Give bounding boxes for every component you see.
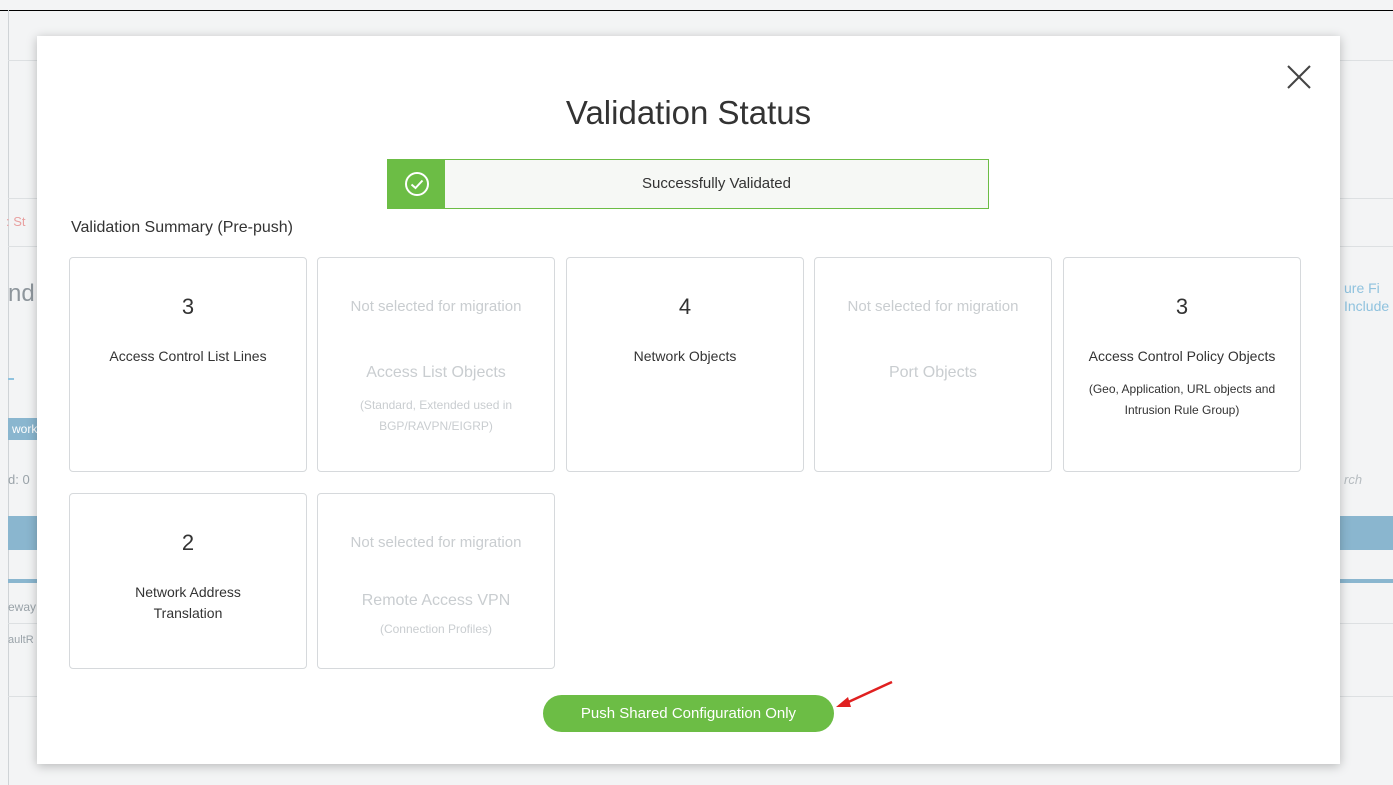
summary-card-acp-objects: 3 Access Control Policy Objects (Geo, Ap… (1063, 257, 1301, 472)
summary-card-access-list-objects: Not selected for migration Access List O… (317, 257, 555, 472)
annotation-arrow-icon (836, 680, 893, 707)
modal-title: Validation Status (565, 94, 812, 131)
close-button[interactable] (1282, 60, 1316, 94)
bg-fragment: ure Fi (1344, 280, 1380, 296)
summary-label: Validation Summary (Pre-push) (71, 219, 294, 236)
summary-card-remote-access-vpn: Not selected for migration Remote Access… (317, 493, 555, 669)
status-icon-cell (388, 160, 445, 208)
bg-fragment: Include (1344, 298, 1390, 314)
top-border (0, 10, 1393, 11)
left-border (8, 10, 9, 785)
card-status: Not selected for migration (847, 298, 1019, 315)
summary-card-acl-lines: 3 Access Control List Lines (69, 257, 307, 472)
status-text: Successfully Validated (642, 175, 791, 192)
card-name: Network Objects (633, 348, 737, 364)
push-shared-configuration-button[interactable]: Push Shared Configuration Only (543, 695, 834, 732)
summary-card-nat: 2 Network Address Translation (69, 493, 307, 669)
bg-header-band (8, 516, 37, 550)
bg-fragment: nd (8, 280, 35, 307)
card-count: 4 (678, 294, 692, 319)
bg-fragment: eway (8, 600, 37, 614)
card-status: Not selected for migration (350, 298, 522, 315)
card-name: Access Control Policy Objects (1088, 348, 1276, 364)
bg-bar (1340, 579, 1393, 583)
summary-card-network-objects: 4 Network Objects (566, 257, 804, 472)
card-name: Access List Objects (366, 364, 506, 381)
check-circle-icon (404, 172, 429, 196)
bg-bar (8, 579, 37, 583)
card-subtext: (Connection Profiles) (379, 622, 493, 636)
close-icon (1287, 65, 1311, 89)
card-subtext: (Geo, Application, URL objects and Intru… (1088, 382, 1276, 417)
card-name: Remote Access VPN (361, 592, 511, 609)
summary-card-port-objects: Not selected for migration Port Objects (814, 257, 1052, 472)
bg-fragment: aultR (8, 634, 34, 646)
card-count: 3 (1175, 294, 1189, 319)
bg-fragment: : St (6, 214, 26, 229)
card-count: 2 (181, 530, 195, 555)
bg-search-placeholder: rch (1344, 472, 1363, 487)
card-name: Network Address Translation (135, 584, 241, 621)
card-status: Not selected for migration (350, 534, 522, 551)
bg-header-band (1340, 516, 1393, 550)
card-subtext: (Standard, Extended used in BGP/RAVPN/EI… (359, 398, 513, 433)
card-count: 3 (181, 294, 195, 319)
card-name: Access Control List Lines (109, 348, 267, 364)
validation-status-banner: Successfully Validated (387, 159, 989, 209)
card-name: Port Objects (888, 364, 978, 381)
validation-status-modal: Validation Status Successfully Validated… (37, 36, 1340, 764)
bg-fragment: d: 0 (8, 472, 30, 487)
bg-underline (8, 378, 14, 380)
